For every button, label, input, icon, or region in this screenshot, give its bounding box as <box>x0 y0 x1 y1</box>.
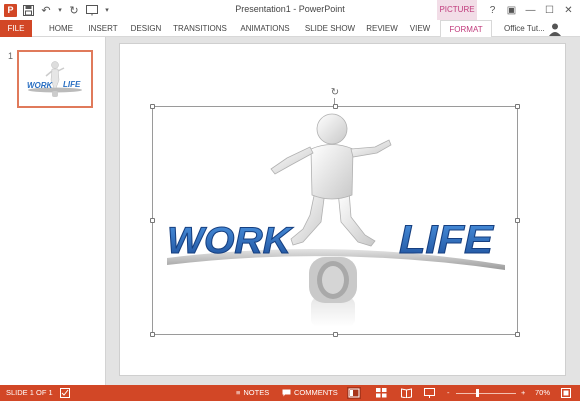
start-from-beginning-icon[interactable] <box>85 3 99 17</box>
help-icon[interactable]: ? <box>483 1 502 19</box>
notes-button[interactable]: ≡ NOTES <box>236 385 269 401</box>
comments-button[interactable]: COMMENTS <box>282 385 338 401</box>
redo-icon[interactable]: ↻ <box>67 3 81 17</box>
slide-sorter-icon <box>376 388 387 398</box>
save-icon[interactable] <box>21 3 35 17</box>
selected-picture[interactable]: WORK LIFE <box>150 104 520 337</box>
undo-icon[interactable]: ↶ <box>39 3 53 17</box>
thumbnail-word-life: LIFE <box>63 80 81 89</box>
close-icon[interactable]: ✕ <box>559 1 578 19</box>
reading-view-button[interactable] <box>401 385 412 401</box>
customize-qat-icon[interactable]: ▾ <box>103 3 111 17</box>
title-bar: P ↶ ▾ ↻ ▾ Presentation1 - PowerPoint PIC… <box>0 0 580 34</box>
normal-view-button[interactable] <box>347 385 361 401</box>
account-name[interactable]: Office Tut... <box>504 20 562 37</box>
normal-view-icon <box>347 387 361 399</box>
ribbon-display-options-icon[interactable]: ▣ <box>502 1 521 19</box>
thumbnail-slide-number: 1 <box>8 51 14 61</box>
user-avatar-icon <box>548 23 561 36</box>
zoom-in-button[interactable]: + <box>521 385 525 401</box>
powerpoint-logo-icon: P <box>4 3 17 17</box>
window-controls: ? ▣ — ☐ ✕ <box>483 1 578 19</box>
slide-show-view-button[interactable] <box>424 385 435 401</box>
zoom-out-button[interactable]: - <box>447 385 450 401</box>
resize-handle-bottom[interactable] <box>333 332 338 337</box>
ribbon-tab-row: FILE HOME INSERT DESIGN TRANSITIONS ANIM… <box>0 20 580 38</box>
tab-view[interactable]: VIEW <box>406 20 434 37</box>
tab-animations[interactable]: ANIMATIONS <box>237 20 293 37</box>
word-work: WORK <box>167 220 293 261</box>
tab-file[interactable]: FILE <box>0 20 32 37</box>
resize-handle-top-left[interactable] <box>150 104 155 109</box>
resize-handle-top[interactable] <box>333 104 338 109</box>
undo-dropdown-icon[interactable]: ▾ <box>57 3 63 17</box>
tab-format[interactable]: FORMAT <box>440 20 492 38</box>
tab-home[interactable]: HOME <box>44 20 78 37</box>
rotate-handle-icon[interactable]: ↻ <box>330 88 340 98</box>
notes-icon: ≡ <box>236 388 241 397</box>
quick-access-toolbar: P ↶ ▾ ↻ ▾ <box>4 3 111 17</box>
zoom-slider-thumb[interactable] <box>476 389 479 397</box>
minimize-icon[interactable]: — <box>521 1 540 19</box>
tab-review[interactable]: REVIEW <box>366 20 398 37</box>
comments-label: COMMENTS <box>294 388 338 397</box>
slide-thumbnail[interactable]: WORK LIFE <box>17 50 93 108</box>
reading-view-icon <box>401 388 412 398</box>
resize-handle-bottom-right[interactable] <box>515 332 520 337</box>
work-life-balance-illustration: WORK LIFE <box>167 113 505 327</box>
resize-handle-left[interactable] <box>150 218 155 223</box>
word-life: LIFE <box>399 218 494 262</box>
maximize-icon[interactable]: ☐ <box>540 1 559 19</box>
tab-design[interactable]: DESIGN <box>128 20 164 37</box>
notes-label: NOTES <box>243 388 270 397</box>
comments-icon <box>282 389 291 397</box>
thumbnail-word-work: WORK <box>27 81 54 90</box>
fit-slide-to-window-icon[interactable] <box>561 385 571 401</box>
zoom-slider-track[interactable] <box>456 392 516 394</box>
slide-show-icon <box>424 388 435 398</box>
status-bar: SLIDE 1 OF 1 ≡ NOTES COMMENTS - + 70% <box>0 385 580 401</box>
picture-tools-context-tab: PICTURE ... <box>437 0 477 34</box>
slide-counter: SLIDE 1 OF 1 <box>6 388 53 397</box>
tab-slide-show[interactable]: SLIDE SHOW <box>302 20 358 37</box>
tab-transitions[interactable]: TRANSITIONS <box>172 20 228 37</box>
resize-handle-bottom-left[interactable] <box>150 332 155 337</box>
resize-handle-top-right[interactable] <box>515 104 520 109</box>
tab-insert[interactable]: INSERT <box>84 20 122 37</box>
zoom-level[interactable]: 70% <box>535 385 550 401</box>
slide-sorter-view-button[interactable] <box>376 385 387 401</box>
account-label: Office Tut... <box>504 24 545 33</box>
spell-check-icon[interactable] <box>60 385 70 401</box>
resize-handle-right[interactable] <box>515 218 520 223</box>
slide-thumbnail-pane: 1 WORK LIFE <box>0 37 106 385</box>
